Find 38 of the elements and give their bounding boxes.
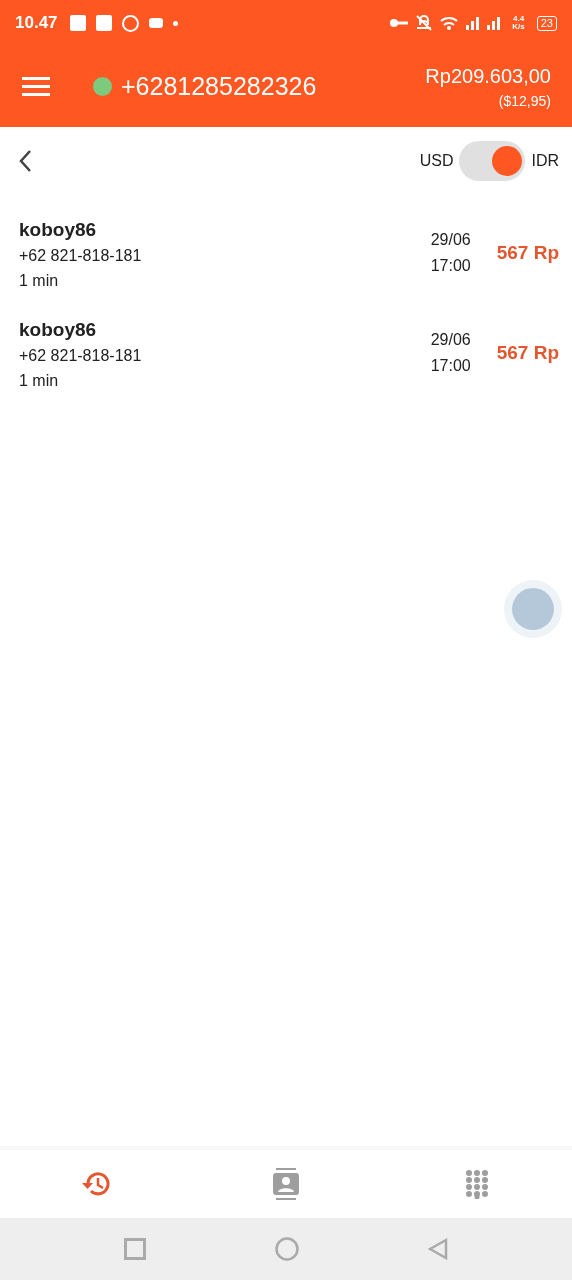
- signal-icon: [466, 16, 480, 30]
- menu-button[interactable]: [22, 77, 50, 96]
- caller-name: koboy86: [19, 318, 98, 342]
- call-date: 29/06: [430, 330, 471, 350]
- caller-number: +62 821-818-181: [19, 246, 143, 266]
- call-date: 29/06: [430, 230, 471, 250]
- network-speed-unit: K/s: [512, 23, 525, 31]
- usd-label: USD: [419, 151, 454, 171]
- recents-nav-icon[interactable]: [124, 1238, 147, 1260]
- currency-switch[interactable]: [459, 141, 526, 181]
- idr-label: IDR: [531, 151, 559, 171]
- call-time: 17:00: [430, 356, 471, 376]
- call-time: 17:00: [430, 256, 471, 276]
- dialpad-icon: [464, 1169, 489, 1199]
- caller-name: koboy86: [19, 218, 98, 242]
- back-nav-icon[interactable]: [427, 1238, 448, 1260]
- back-icon: [18, 149, 32, 173]
- contact-card-icon: [272, 1168, 300, 1200]
- app-square-icon: [95, 15, 112, 31]
- dot-icon: [172, 20, 178, 26]
- balance-usd: ($12,95): [498, 92, 551, 111]
- battery-level: 23: [536, 15, 557, 31]
- signal-icon: [487, 16, 501, 30]
- call-cost: 567 Rp: [496, 341, 559, 365]
- account-phone-number: +6281285282326: [121, 70, 317, 102]
- caller-number: +62 821-818-181: [19, 346, 143, 366]
- balance-amount: Rp209.603,00: [425, 64, 551, 89]
- status-time: 10.47: [15, 12, 58, 35]
- muted-bell-icon: [416, 15, 433, 31]
- call-duration: 1 min: [19, 271, 60, 291]
- history-icon: [80, 1170, 111, 1198]
- network-speed: 4.4: [512, 15, 525, 23]
- call-duration: 1 min: [19, 371, 60, 391]
- call-cost: 567 Rp: [496, 241, 559, 265]
- app-square-icon: [69, 15, 86, 31]
- wifi-icon: [440, 16, 459, 30]
- key-icon: [390, 19, 409, 27]
- home-nav-icon[interactable]: [275, 1237, 299, 1261]
